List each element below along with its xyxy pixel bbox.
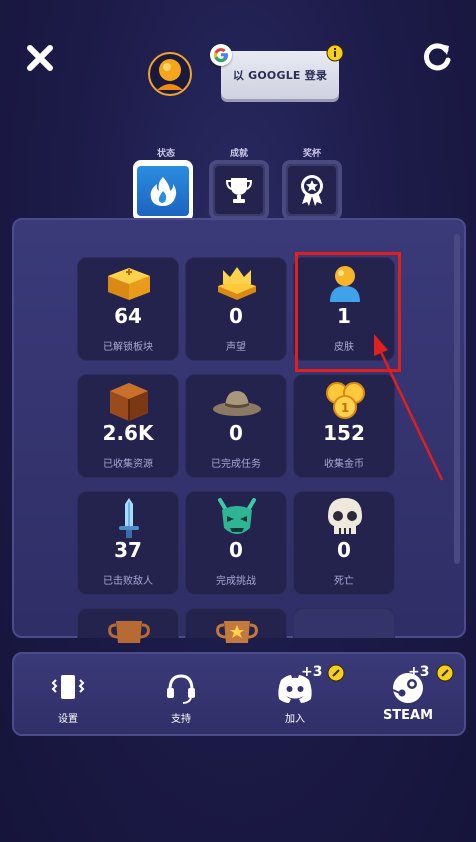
close-button[interactable] (22, 40, 58, 76)
flame-icon (150, 177, 177, 206)
reload-button[interactable] (418, 38, 456, 76)
reward-coin-icon (327, 664, 345, 682)
stat-card-challenges: 0 完成挑战 (185, 491, 287, 595)
stat-label: 完成挑战 (216, 576, 256, 587)
support-label: 支持 (171, 714, 191, 725)
stat-card-partial (293, 608, 395, 638)
star-cup-icon (216, 621, 258, 643)
demon-mask-icon (218, 498, 256, 534)
explorer-hat-icon (213, 391, 261, 416)
discord-reward-badge: +3 (301, 664, 323, 680)
steam-label: STEAM (382, 708, 434, 723)
support-button[interactable]: 支持 (131, 662, 231, 732)
reload-icon (423, 43, 451, 71)
headset-icon (167, 674, 195, 704)
info-icon[interactable] (326, 44, 344, 62)
stat-card-partial (185, 608, 287, 643)
stat-card-resources: 2.6K 已收集资源 (77, 374, 179, 478)
stat-value: 0 (229, 538, 243, 562)
stat-value: 0 (337, 538, 351, 562)
google-login-label: 以 GOOGLE 登录 (232, 69, 328, 82)
reward-coin-icon (436, 664, 454, 682)
stat-value: 0 (229, 304, 243, 328)
phone-vibrate-icon (51, 675, 85, 699)
player-avatar-icon (157, 59, 183, 90)
tab-status-label: 状态 (156, 149, 175, 159)
annotation-arrow-icon (374, 334, 444, 481)
trophy-icon (225, 178, 253, 203)
stat-label: 已解锁板块 (103, 342, 153, 353)
stat-label: 已完成任务 (211, 459, 261, 470)
sword-icon (119, 498, 139, 538)
stat-label: 声望 (226, 342, 246, 353)
svg-text:1: 1 (341, 401, 349, 415)
stat-card-partial (77, 608, 179, 643)
tab-status[interactable] (133, 160, 193, 222)
stat-card-unlocked-tiles: 64 已解锁板块 (77, 257, 179, 361)
close-icon (27, 45, 53, 71)
stat-card-quests: 0 已完成任务 (185, 374, 287, 478)
google-logo-icon (210, 44, 232, 66)
tab-achievements[interactable] (209, 160, 269, 220)
stat-label: 死亡 (334, 576, 354, 587)
google-login-button[interactable]: 以 GOOGLE 登录 (221, 51, 339, 99)
bronze-cup-icon (108, 621, 150, 643)
skull-icon (328, 498, 362, 534)
badge-star-icon (301, 175, 323, 206)
stat-card-prestige: 0 声望 (185, 257, 287, 361)
settings-button[interactable]: 设置 (18, 662, 118, 732)
stat-value: 0 (229, 421, 243, 445)
wood-crate-icon (110, 383, 148, 421)
stat-label: 已收集资源 (103, 459, 153, 470)
stat-label: 已击败敌人 (103, 576, 153, 587)
tab-trophies[interactable] (282, 160, 342, 220)
avatar[interactable] (148, 52, 192, 96)
stat-card-enemies: 37 已击败敌人 (77, 491, 179, 595)
stat-value: 2.6K (102, 421, 154, 445)
gold-tile-icon (108, 268, 150, 300)
steam-button[interactable]: +3 STEAM (358, 662, 458, 732)
crown-icon (218, 267, 256, 300)
settings-label: 设置 (58, 714, 78, 725)
stat-value: 64 (114, 304, 142, 328)
discord-join-button[interactable]: +3 加入 (245, 662, 345, 732)
discord-join-label: 加入 (285, 714, 305, 725)
tab-trophies-label: 奖杯 (302, 149, 321, 159)
steam-reward-badge: +3 (408, 664, 430, 680)
tab-achievements-label: 成就 (229, 149, 248, 159)
stat-value: 37 (114, 538, 142, 562)
stat-card-deaths: 0 死亡 (293, 491, 395, 595)
